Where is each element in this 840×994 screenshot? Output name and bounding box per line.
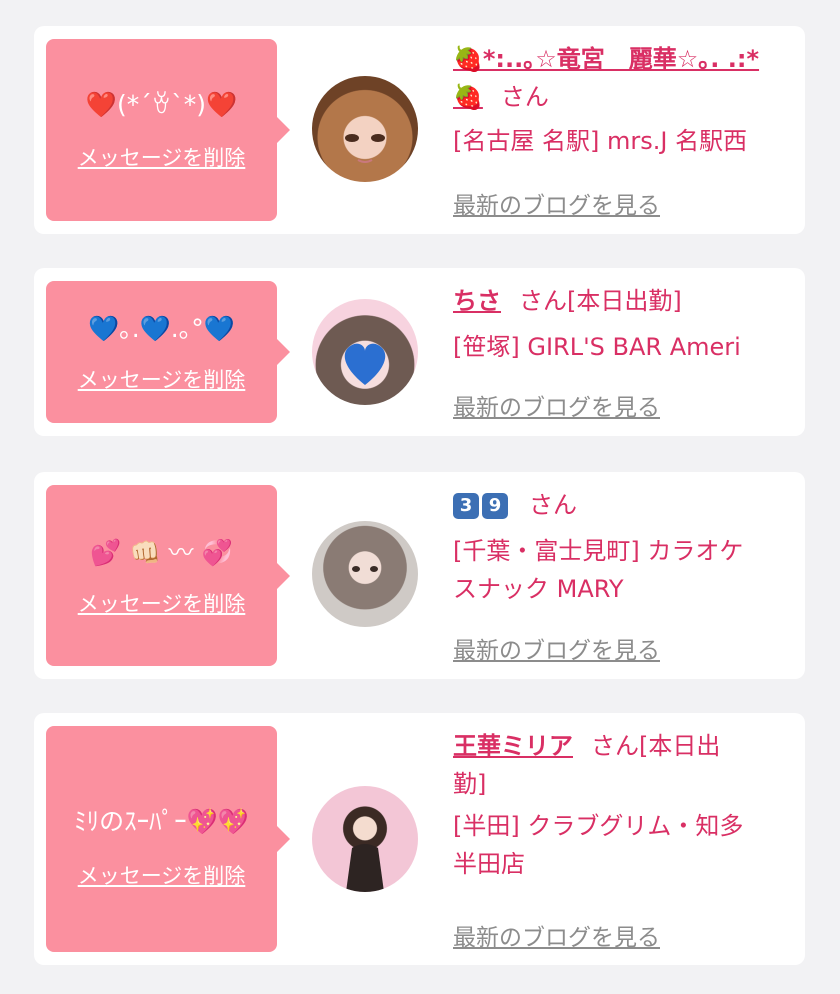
favorite-card: 💙｡.💙.｡°💙 メッセージを削除 ちさ さん[本日出勤] [笹塚] GIRL'S…: [34, 268, 805, 436]
delete-message-link[interactable]: メッセージを削除: [46, 364, 277, 394]
status-label: [本日出勤]: [567, 287, 682, 315]
message-bubble: ❤️(*´ꈊ`*)❤️ メッセージを削除: [46, 39, 290, 221]
honorific: さん: [500, 83, 549, 111]
message-text: ❤️(*´ꈊ`*)❤️: [85, 90, 238, 119]
shop-info: [千葉・富士見町] カラオケ: [453, 537, 744, 565]
shop-info: [笹塚] GIRL'S BAR Ameri: [453, 333, 741, 361]
latest-blog-link[interactable]: 最新のブログを見る: [453, 388, 660, 422]
message-text: ﾐﾘのｽｰﾊﾟｰ💖💖: [74, 807, 249, 836]
avatar[interactable]: [312, 299, 418, 405]
avatar-face-icon: [345, 134, 385, 163]
favorite-card: ❤️(*´ꈊ`*)❤️ メッセージを削除 🍓*:..｡☆竜宮 麗華☆｡. .:*…: [34, 26, 805, 234]
delete-message-link[interactable]: メッセージを削除: [46, 142, 277, 172]
shop-info: [半田] クラブグリム・知多: [453, 812, 744, 840]
message-bubble: 💕 👊🏻 〰 💞 メッセージを削除: [46, 485, 290, 666]
avatar[interactable]: [312, 521, 418, 627]
avatar[interactable]: [312, 76, 418, 182]
message-text: 💕 👊🏻 〰 💞: [90, 538, 233, 567]
latest-blog-link[interactable]: 最新のブログを見る: [453, 631, 660, 665]
status-label-cont: 勤]: [453, 770, 487, 798]
status-label: [本日出: [639, 732, 721, 760]
message-text: 💙｡.💙.｡°💙: [88, 314, 235, 343]
honorific: さん: [591, 732, 639, 760]
number-9-icon: 9: [482, 493, 508, 519]
avatar-face-icon: [352, 566, 378, 572]
avatar[interactable]: [312, 786, 418, 892]
profile-info: 🍓*:..｡☆竜宮 麗華☆｡. .:* 🍓 さん [名古屋 名駅] mrs.J 名…: [453, 40, 793, 160]
shop-info: [名古屋 名駅] mrs.J 名駅西: [453, 127, 748, 155]
favorite-card: 💕 👊🏻 〰 💞 メッセージを削除 3 9 さん [千葉・富士見町] カラオケ スナ…: [34, 472, 805, 679]
favorite-card: ﾐﾘのｽｰﾊﾟｰ💖💖 メッセージを削除 王華ミリア さん[本日出 勤] [半田] …: [34, 713, 805, 965]
number-3-icon: 3: [453, 493, 479, 519]
message-bubble: ﾐﾘのｽｰﾊﾟｰ💖💖 メッセージを削除: [46, 726, 290, 952]
profile-info: 王華ミリア さん[本日出 勤] [半田] クラブグリム・知多 半田店: [453, 727, 793, 883]
avatar-figure-icon: [346, 844, 384, 892]
heart-icon: [344, 343, 386, 385]
honorific: さん: [519, 287, 567, 315]
latest-blog-link[interactable]: 最新のブログを見る: [453, 186, 660, 220]
profile-name-link[interactable]: 🍓*:..｡☆竜宮 麗華☆｡. .:*: [453, 45, 759, 73]
profile-name-link-cont[interactable]: 🍓: [453, 83, 483, 111]
profile-name-link[interactable]: ちさ: [453, 287, 501, 315]
message-bubble: 💙｡.💙.｡°💙 メッセージを削除: [46, 281, 290, 423]
delete-message-link[interactable]: メッセージを削除: [46, 860, 277, 890]
shop-info-cont: 半田店: [453, 850, 525, 878]
honorific: さん: [529, 491, 577, 519]
delete-message-link[interactable]: メッセージを削除: [46, 588, 277, 618]
latest-blog-link[interactable]: 最新のブログを見る: [453, 918, 660, 952]
profile-info: 3 9 さん [千葉・富士見町] カラオケ スナック MARY: [453, 486, 793, 608]
shop-info-cont: スナック MARY: [453, 575, 624, 603]
profile-info: ちさ さん[本日出勤] [笹塚] GIRL'S BAR Ameri: [453, 282, 793, 366]
profile-name-link[interactable]: 王華ミリア: [453, 732, 573, 760]
